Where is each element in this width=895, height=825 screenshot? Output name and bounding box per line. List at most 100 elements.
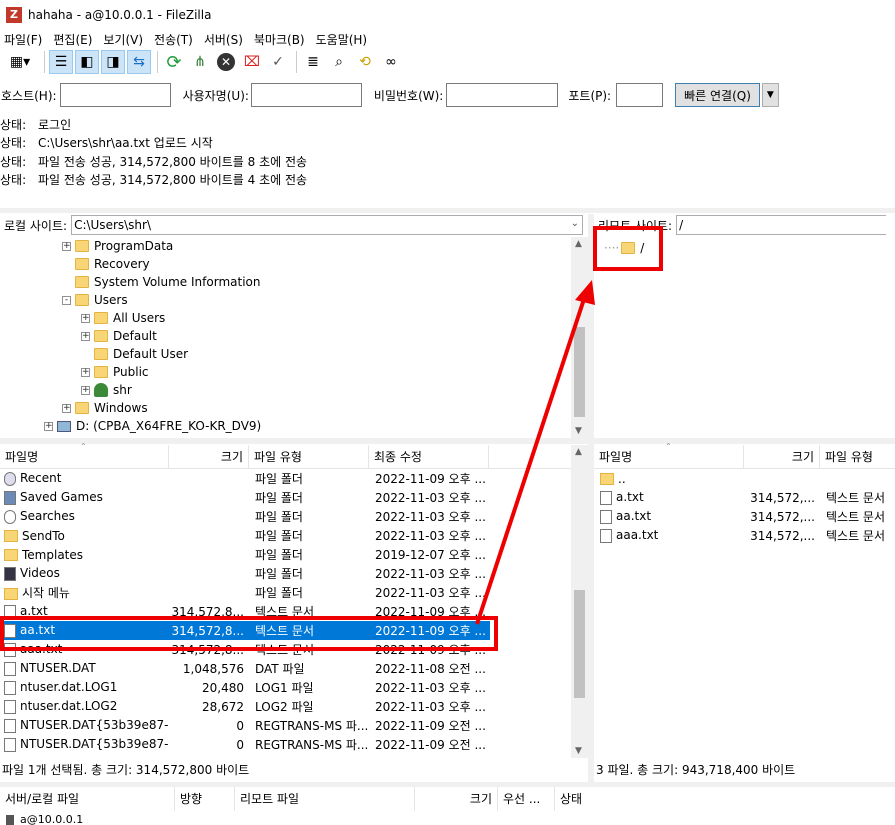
toolbar-separator [296,51,297,73]
table-row[interactable]: 시작 메뉴 파일 폴더 2022-11-03 오후 ... [0,583,490,602]
column-size[interactable]: 크기 [744,444,820,469]
host-input[interactable] [59,83,171,107]
table-row[interactable]: .. [594,469,895,488]
file-modified: 2022-11-03 오후 ... [375,586,486,600]
toggle-sync-browsing-icon[interactable]: ⌕ [327,50,351,74]
local-files-scrollbar[interactable]: ▲ ▼ [571,445,588,758]
queue-col-local[interactable]: 서버/로컬 파일 [0,787,175,811]
tree-item[interactable]: + shr [81,381,132,399]
site-manager-icon[interactable]: ▦▾ [2,50,38,74]
menu-file[interactable]: 파일(F) [0,30,49,48]
directory-listing-filter-icon[interactable]: ≣ [301,50,325,74]
folder-icon [94,348,108,360]
quickconnect-history-dropdown[interactable]: ▼ [761,83,779,107]
username-input[interactable] [250,83,362,107]
queue-row[interactable]: a@10.0.0.1 [6,813,83,825]
local-status: 파일 1개 선택됨. 총 크기: 314,572,800 바이트 [0,758,588,780]
text-file-icon [600,509,612,524]
quickconnect-button[interactable]: 빠른 연결(Q) [675,83,760,107]
splitter[interactable] [0,438,895,444]
file-type: LOG1 파일 [255,681,314,695]
tree-item[interactable]: + D: (CPBA_X64FRE_KO-KR_DV9) [44,417,261,435]
column-type[interactable]: 파일 유형 [820,445,895,469]
table-row[interactable]: aa.txt 314,572,... 텍스트 문서 [594,507,895,526]
tree-item[interactable]: - Users [62,291,128,309]
file-name: NTUSER.DAT{53b39e87-... [0,737,169,752]
tree-item[interactable]: + Default [81,327,157,345]
menu-bookmarks[interactable]: 북마크(B) [250,30,312,48]
remote-path-input[interactable]: / [676,215,887,235]
tree-item[interactable]: Default User [94,345,188,363]
refresh-icon[interactable]: ⟳ [162,50,186,74]
port-input[interactable] [616,83,664,107]
file-size: 314,572,... [750,528,815,543]
menu-edit[interactable]: 편집(E) [49,30,99,48]
table-row[interactable]: ntuser.dat.LOG1 20,480 LOG1 파일 2022-11-03 오… [0,678,490,697]
user-icon [94,383,108,397]
password-label: 비밀번호(W): [373,88,444,103]
cancel-icon[interactable]: ✕ [214,50,238,74]
queue-col-remote[interactable]: 리모트 파일 [235,787,415,811]
tree-item[interactable]: + All Users [81,309,165,327]
local-tree-scrollbar[interactable]: ▲ ▼ [571,237,588,438]
file-modified: 2022-11-03 오후 ... [375,529,486,543]
toggle-queue-icon[interactable]: ⇆ [127,50,151,74]
table-row[interactable]: Templates 파일 폴더 2019-12-07 오후 ... [0,545,490,564]
menu-server[interactable]: 서버(S) [200,30,250,48]
table-row[interactable]: SendTo 파일 폴더 2022-11-03 오후 ... [0,526,490,545]
disconnect-icon[interactable]: ⌧ [240,50,264,74]
table-row[interactable]: aaa.txt 314,572,... 텍스트 문서 [594,526,895,545]
file-name: aaa.txt [594,528,744,543]
reconnect-icon[interactable]: ✓ [266,50,290,74]
toggle-remote-tree-icon[interactable]: ◨ [101,50,125,74]
splitter[interactable] [0,208,895,213]
file-size: 1,048,576 [182,661,244,676]
queue-col-status[interactable]: 상태 [555,787,675,811]
folder-icon [75,276,89,288]
filezilla-icon: Z [6,7,22,23]
menu-view[interactable]: 보기(V) [99,30,150,48]
table-row[interactable]: Videos 파일 폴더 2022-11-03 오후 ... [0,564,490,583]
column-size[interactable]: 크기 [169,444,249,469]
local-path-input[interactable]: C:\Users\shr\ ⌄ [71,215,584,235]
log-row: 상태: 파일 전송 성공, 314,572,800 바이트를 8 초에 전송 [0,154,308,169]
table-row[interactable]: a.txt 314,572,... 텍스트 문서 [594,488,895,507]
directory-comparison-icon[interactable]: ⟲ [353,50,377,74]
column-modified[interactable]: 최종 수정 [369,444,489,469]
file-modified: 2022-11-03 오후 ... [375,700,486,714]
table-row[interactable]: Saved Games 파일 폴더 2022-11-03 오후 ... [0,488,490,507]
tree-item[interactable]: Recovery [75,255,150,273]
file-size: 0 [236,718,244,733]
table-row[interactable]: NTUSER.DAT{53b39e87-... 0 REGTRANS-MS 파...… [0,716,490,735]
menu-help[interactable]: 도움말(H) [312,30,375,48]
file-type: 파일 폴더 [255,567,303,581]
toggle-log-icon[interactable]: ☰ [49,50,73,74]
file-name: a.txt [594,490,744,505]
tree-item[interactable]: + Public [81,363,149,381]
queue-col-priority[interactable]: 우선 ... [498,787,555,811]
table-row[interactable]: Recent 파일 폴더 2022-11-09 오후 ... [0,469,490,488]
table-row[interactable]: NTUSER.DAT{53b39e87-... 0 REGTRANS-MS 파...… [0,735,490,754]
quickconnect-bar: 호스트(H): 사용자명(U): 비밀번호(W): 포트(P): 빠른 연결(Q… [0,80,895,110]
password-input[interactable] [446,83,559,107]
tree-item[interactable]: + Windows [62,399,148,417]
queue-col-direction[interactable]: 방향 [175,787,235,811]
tree-item[interactable]: + ProgramData [62,237,173,255]
file-name: SendTo [0,529,169,543]
folder-icon [75,258,89,270]
table-row[interactable]: NTUSER.DAT 1,048,576 DAT 파일 2022-11-08 오전 .… [0,659,490,678]
column-type[interactable]: 파일 유형 [249,444,369,469]
file-type: 파일 폴더 [255,529,303,543]
table-row[interactable]: Searches 파일 폴더 2022-11-03 오후 ... [0,507,490,526]
log-row: 상태: C:\Users\shr\aa.txt 업로드 시작 [0,136,213,151]
chevron-down-icon[interactable]: ⌄ [571,218,579,229]
file-modified: 2022-11-09 오후 ... [375,472,486,486]
search-remote-icon[interactable]: ∞ [379,50,403,74]
toggle-local-tree-icon[interactable]: ◧ [75,50,99,74]
process-queue-icon[interactable]: ⋔ [188,50,212,74]
queue-col-size[interactable]: 크기 [415,787,498,811]
tree-item[interactable]: System Volume Information [75,273,260,291]
table-row[interactable]: ntuser.dat.LOG2 28,672 LOG2 파일 2022-11-03 오… [0,697,490,716]
menu-transfer[interactable]: 전송(T) [150,30,200,48]
sort-indicator-icon: ⌃ [80,442,87,451]
